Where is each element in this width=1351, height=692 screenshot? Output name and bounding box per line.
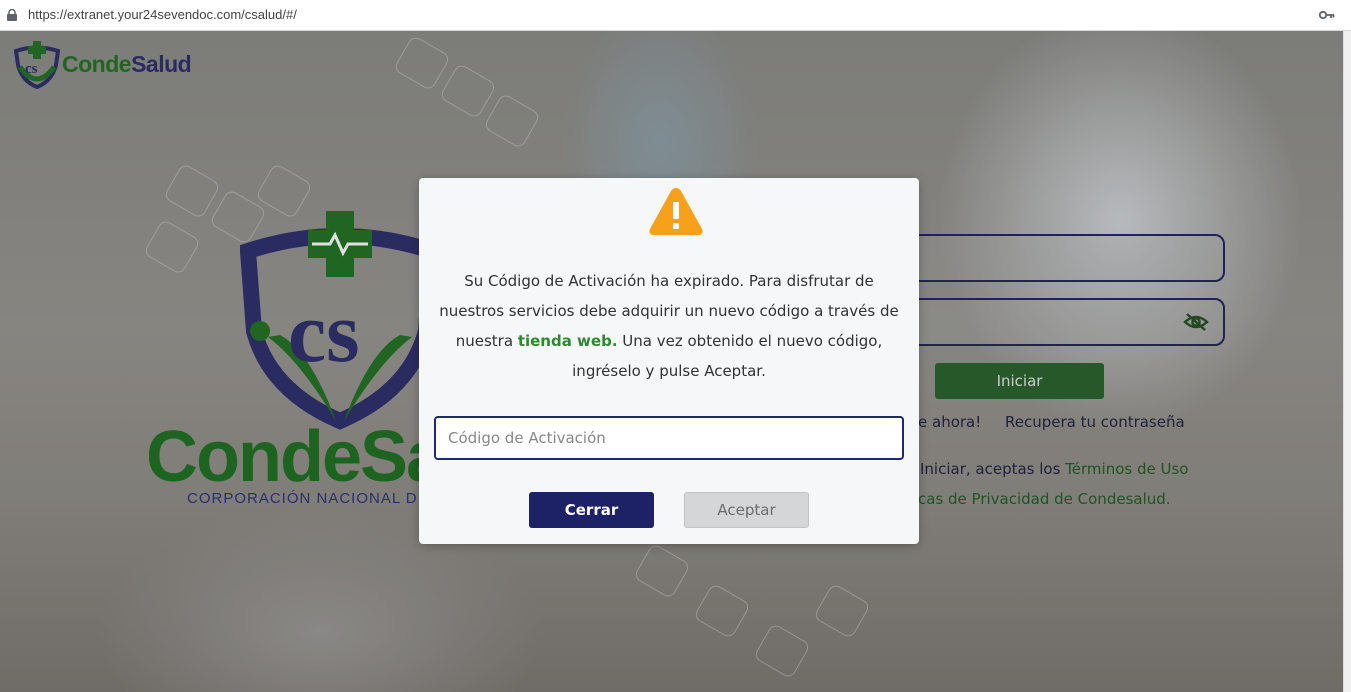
dialog-message: Su Código de Activación ha expirado. Par… — [435, 266, 903, 386]
password-field[interactable] — [900, 298, 1225, 346]
big-brand-tagline: CORPORACIÓN NACIONAL D — [187, 490, 418, 507]
hex-decoration — [438, 62, 498, 120]
svg-text:cs: cs — [288, 284, 360, 380]
username-field[interactable] — [900, 234, 1225, 282]
hex-decoration — [208, 188, 268, 246]
privacy-policy-link[interactable]: cas de Privacidad de Condesalud. — [918, 490, 1171, 508]
accept-button[interactable]: Aceptar — [684, 492, 809, 528]
big-brand-text: CondeSa — [146, 417, 446, 497]
dialog-message-text-end: Una vez obtenido el nuevo código, ingrés… — [572, 332, 883, 380]
lock-icon — [7, 9, 17, 21]
hex-decoration — [254, 162, 314, 220]
close-button[interactable]: Cerrar — [529, 492, 654, 528]
page-scrollbar[interactable] — [1343, 31, 1351, 692]
recover-password-link[interactable]: Recupera tu contraseña — [1005, 413, 1185, 431]
hex-decoration — [162, 162, 222, 220]
condesalud-big-shield-icon: cs — [240, 211, 440, 430]
terms-line: Iniciar, aceptas los Términos de Uso — [920, 460, 1188, 478]
web-store-link[interactable]: tienda web. — [518, 332, 618, 350]
activation-code-input[interactable] — [434, 416, 904, 460]
hex-decoration — [482, 92, 542, 150]
condesalud-shield-icon: cs — [13, 41, 61, 89]
header-logo[interactable]: cs CondeSalud — [12, 41, 212, 89]
address-url[interactable]: https://extranet.your24sevendoc.com/csal… — [28, 7, 297, 22]
logo-text-salud: Salud — [131, 51, 192, 77]
key-icon[interactable] — [1319, 9, 1335, 21]
logo-text-conde: Conde — [62, 51, 132, 77]
svg-text:cs: cs — [25, 61, 38, 77]
activation-code-expired-dialog: Su Código de Activación ha expirado. Par… — [419, 178, 919, 544]
hex-decoration — [392, 34, 452, 92]
eye-off-icon[interactable] — [1183, 312, 1209, 332]
browser-address-bar[interactable]: https://extranet.your24sevendoc.com/csal… — [0, 0, 1351, 31]
hex-decoration — [142, 218, 202, 276]
warning-icon — [649, 188, 703, 235]
hex-decoration — [812, 582, 872, 640]
iniciar-button[interactable]: Iniciar — [935, 363, 1104, 399]
header-logo-text: CondeSalud — [62, 51, 192, 78]
register-link[interactable]: e ahora! — [918, 413, 981, 431]
hex-decoration — [632, 542, 692, 600]
hex-decoration — [752, 622, 812, 680]
terms-prefix: Iniciar, aceptas los — [920, 460, 1066, 478]
hex-decoration — [692, 582, 752, 640]
terms-of-use-link[interactable]: Términos de Uso — [1065, 460, 1188, 478]
